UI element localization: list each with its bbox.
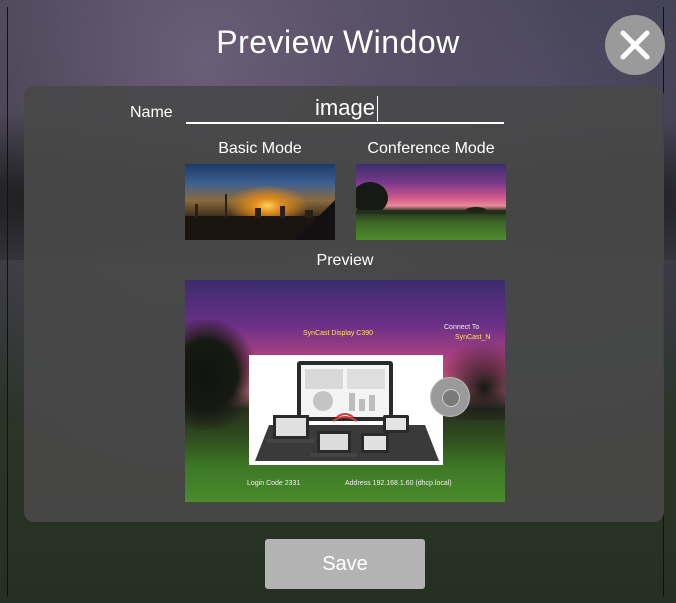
basic-mode-label: Basic Mode xyxy=(218,140,302,157)
preview-tree-left xyxy=(185,320,255,430)
conference-mode-thumbnail[interactable] xyxy=(356,164,506,240)
preview-device-diagram xyxy=(249,355,443,465)
preview-device-title: SynCast Display C390 xyxy=(303,330,374,337)
navigation-wheel-icon xyxy=(430,377,470,417)
conference-mode-label: Conference Mode xyxy=(367,140,495,157)
devices-illustration xyxy=(255,361,439,461)
preview-connect-label: Connect To xyxy=(444,324,480,331)
close-icon xyxy=(620,30,650,60)
name-input[interactable] xyxy=(186,94,504,124)
preview-ssid: SynCast_N xyxy=(455,334,491,341)
save-button[interactable]: Save xyxy=(265,539,425,589)
window-title: Preview Window xyxy=(216,24,460,60)
text-caret xyxy=(377,96,378,121)
sunset-field-image xyxy=(356,182,506,214)
basic-mode-thumbnail[interactable] xyxy=(185,164,335,240)
preview-login-code: Login Code 2331 xyxy=(247,480,301,487)
city-skyline-image xyxy=(185,194,335,240)
name-label: Name xyxy=(130,104,173,121)
close-button[interactable] xyxy=(605,15,665,75)
preview-label: Preview xyxy=(316,252,374,269)
preview-address: Address 192.168.1.60 (dhcp.local) xyxy=(345,480,452,487)
preview-image: SynCast Display C390 Connect To SynCast_… xyxy=(185,280,505,502)
